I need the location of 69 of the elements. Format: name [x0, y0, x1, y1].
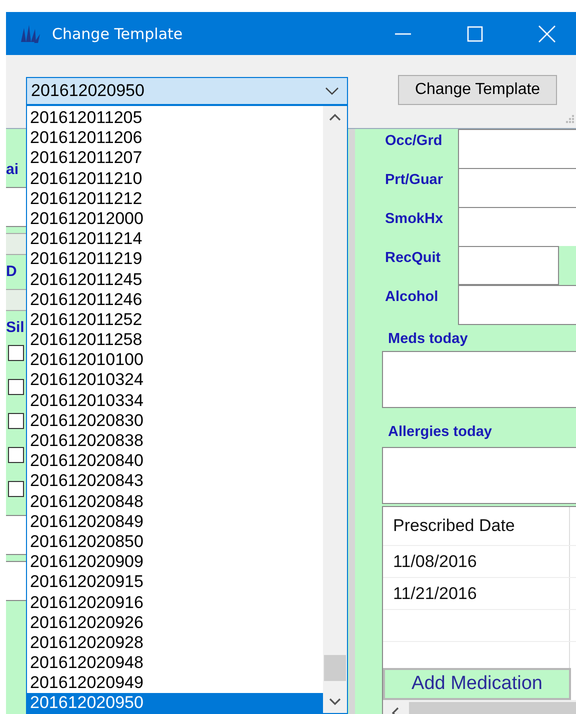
section-label: Meds today: [387, 330, 469, 349]
dropdown-option[interactable]: 201612011210: [27, 168, 323, 189]
change-template-button[interactable]: Change Template: [398, 75, 557, 105]
text-field[interactable]: [6, 233, 26, 255]
checkbox[interactable]: [8, 345, 24, 361]
checkbox[interactable]: [8, 447, 24, 463]
checkbox[interactable]: [8, 379, 24, 395]
dropdown-option[interactable]: 201612020928: [27, 632, 323, 654]
meds-text-area[interactable]: [382, 351, 576, 408]
dropdown-option[interactable]: 201612020916: [27, 592, 323, 613]
field-label: Alcohol: [384, 288, 440, 307]
field-label: D: [6, 262, 18, 282]
column-header[interactable]: Prescribed Date: [383, 507, 570, 545]
scroll-up-icon[interactable]: [329, 113, 341, 121]
text-field[interactable]: [458, 285, 576, 325]
dropdown-option[interactable]: 201612010324: [27, 370, 323, 391]
text-field[interactable]: [6, 187, 26, 227]
text-field[interactable]: [6, 561, 26, 601]
dropdown-option[interactable]: 201612011252: [27, 310, 323, 330]
dropdown-option[interactable]: 201612011245: [27, 270, 323, 290]
dropdown-option[interactable]: 201612011246: [27, 290, 323, 310]
dropdown-option[interactable]: 201612011214: [27, 229, 323, 250]
window-title: Change Template: [52, 24, 184, 42]
field-label: SmokHx: [384, 210, 444, 229]
template-dropdown[interactable]: 201612020950: [26, 77, 348, 105]
text-field[interactable]: [458, 246, 559, 285]
scroll-down-icon[interactable]: [329, 698, 341, 706]
dropdown-option[interactable]: 201612020948: [27, 653, 323, 674]
dropdown-option[interactable]: 201612011258: [27, 330, 323, 350]
text-field[interactable]: [6, 515, 26, 555]
dropdown-option[interactable]: 201612020909: [27, 552, 323, 572]
caret-icon: [325, 86, 339, 96]
dropdown-option[interactable]: 201612020848: [27, 492, 323, 512]
dropdown-option[interactable]: 201612011212: [27, 188, 323, 209]
dropdown-option[interactable]: 201612020915: [27, 572, 323, 592]
dropdown-option[interactable]: 201612020950: [27, 693, 323, 714]
text-field[interactable]: [6, 289, 26, 311]
add-medication-button[interactable]: Add Medication: [383, 668, 571, 700]
dropdown-option[interactable]: 201612011206: [27, 128, 323, 148]
text-field[interactable]: [458, 129, 576, 169]
table-cell: 11/08/2016: [383, 546, 570, 577]
dropdown-option[interactable]: 201612011207: [27, 148, 323, 169]
field-label: Occ/Grd: [384, 132, 444, 151]
field-label: ai: [6, 160, 20, 180]
checkbox[interactable]: [8, 413, 24, 429]
dropdown-option[interactable]: 201612012000: [27, 208, 323, 230]
section-label: Allergies today: [387, 423, 493, 442]
field-label: RecQuit: [384, 249, 442, 268]
table-cell: 11/21/2016: [383, 578, 570, 609]
dropdown-option[interactable]: 201612020926: [27, 612, 323, 633]
dropdown-option[interactable]: 201612020840: [27, 451, 323, 472]
dropdown-option[interactable]: 201612020849: [27, 512, 323, 532]
checkbox[interactable]: [8, 481, 24, 497]
dropdown-option[interactable]: 201612011205: [27, 108, 323, 128]
field-label: Prt/Guar: [384, 171, 444, 190]
dropdown-option[interactable]: 201612020843: [27, 471, 323, 492]
dropdown-option[interactable]: 201612020850: [27, 532, 323, 552]
text-field[interactable]: [458, 168, 576, 208]
dropdown-option[interactable]: 201612020949: [27, 673, 323, 694]
close-icon[interactable]: [536, 22, 558, 44]
dropdown-option[interactable]: 201612010334: [27, 390, 323, 411]
text-field[interactable]: [458, 207, 576, 247]
dropdown-option[interactable]: 201612020838: [27, 431, 323, 452]
allergies-text-area[interactable]: [382, 447, 576, 504]
dropdown-option[interactable]: 201612010100: [27, 350, 323, 370]
dropdown-option[interactable]: 201612020830: [27, 410, 323, 431]
field-label: Sil: [6, 318, 26, 338]
scrollbar-thumb[interactable]: [324, 655, 346, 681]
dropdown-option[interactable]: 201612011219: [27, 249, 323, 270]
